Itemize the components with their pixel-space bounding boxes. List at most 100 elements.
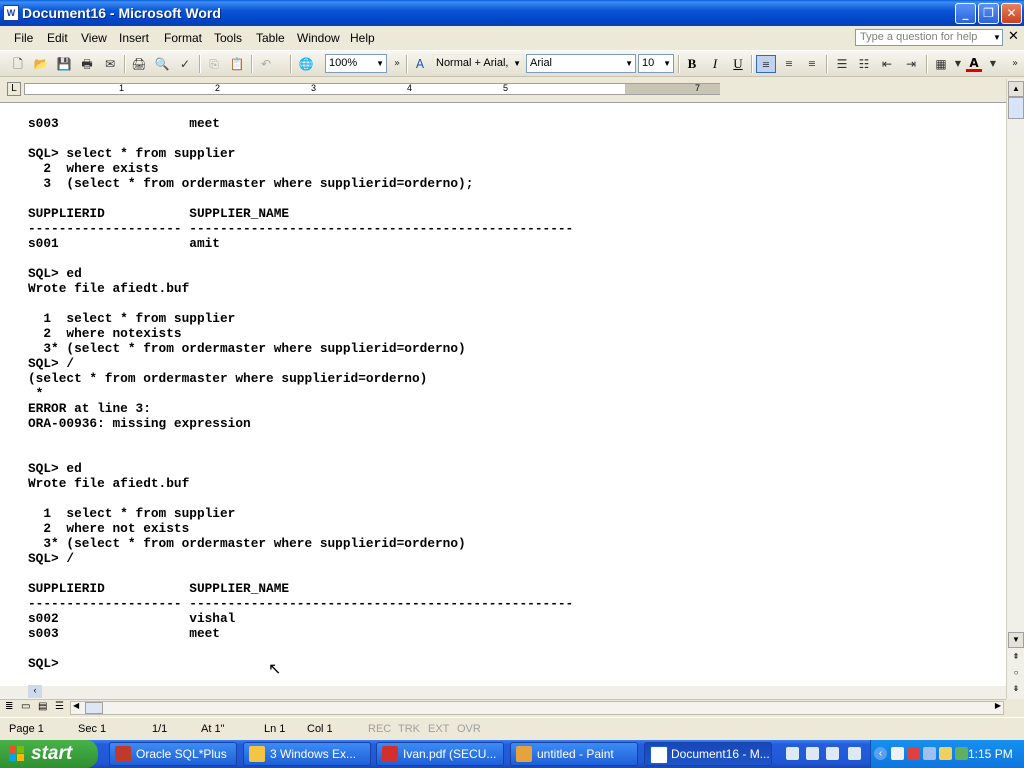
vertical-scrollbar[interactable]: ▲ ▼ ⇞ ○ ⇟ xyxy=(1006,79,1024,699)
minimize-button[interactable]: _ xyxy=(955,3,976,24)
show-hidden-icon[interactable]: ‹ xyxy=(874,747,887,760)
style-select[interactable]: Normal + Arial, ▼ xyxy=(432,54,524,73)
menu-view[interactable]: View xyxy=(81,31,107,45)
word-app-icon[interactable]: W xyxy=(3,5,19,21)
quicklaunch-icon[interactable] xyxy=(786,747,799,760)
chevron-down-icon[interactable]: ▼ xyxy=(985,56,1001,72)
menu-insert[interactable]: Insert xyxy=(119,31,149,45)
taskbar-item-paint[interactable]: untitled - Paint xyxy=(510,742,638,766)
increase-indent-icon[interactable]: ⇥ xyxy=(903,56,919,72)
ruler-margin xyxy=(625,84,720,94)
numbering-icon[interactable]: ☰ xyxy=(834,56,850,72)
document-area[interactable]: s003 meet SQL> select * from supplier 2 … xyxy=(0,102,1006,686)
status-trk[interactable]: TRK xyxy=(398,723,420,735)
status-ovr[interactable]: OVR xyxy=(457,723,481,735)
paste-icon[interactable]: 📋 xyxy=(229,56,245,72)
chevron-down-icon[interactable]: ▼ xyxy=(993,33,1001,42)
tray-icon[interactable] xyxy=(907,747,920,760)
network-icon[interactable] xyxy=(923,747,936,760)
italic-button[interactable]: I xyxy=(705,55,725,73)
menu-format[interactable]: Format xyxy=(164,31,202,45)
border-icon[interactable]: ▦ xyxy=(933,56,949,72)
align-center-icon[interactable]: ≡ xyxy=(779,55,799,73)
hyperlink-icon[interactable]: 🌐 xyxy=(298,56,314,72)
status-page: Page 1 xyxy=(9,723,44,735)
save-icon[interactable]: 💾 xyxy=(56,56,72,72)
menu-tools[interactable]: Tools xyxy=(214,31,242,45)
taskbar-item-pdf[interactable]: Ivan.pdf (SECU... xyxy=(376,742,504,766)
style-value: Normal + Arial, xyxy=(436,57,509,69)
ask-question-input[interactable]: Type a question for help xyxy=(855,29,1003,46)
scroll-up-icon[interactable]: ▲ xyxy=(1008,81,1024,97)
menu-edit[interactable]: Edit xyxy=(47,31,68,45)
normal-view-icon[interactable]: ≣ xyxy=(5,701,13,712)
chevron-left-icon[interactable]: ‹ xyxy=(28,685,42,698)
underline-button[interactable]: U xyxy=(728,55,748,73)
status-at: At 1" xyxy=(201,723,225,735)
open-folder-icon[interactable]: 📂 xyxy=(33,56,49,72)
zoom-select[interactable]: 100% ▼ xyxy=(325,54,387,73)
print-icon[interactable]: 🖨 xyxy=(131,56,147,72)
hscroll-thumb[interactable] xyxy=(85,702,103,714)
more-buttons-icon[interactable]: » xyxy=(1007,56,1023,72)
web-layout-icon[interactable]: ▭ xyxy=(21,701,30,712)
tray-icon[interactable] xyxy=(955,747,968,760)
quicklaunch-icon[interactable] xyxy=(806,747,819,760)
ruler-number: 2 xyxy=(215,83,221,93)
title-bar: W Document16 - Microsoft Word _ ❐ ✕ xyxy=(0,0,1024,26)
close-document-icon[interactable]: ✕ xyxy=(1008,29,1019,44)
start-button[interactable]: start xyxy=(0,740,98,768)
restore-button[interactable]: ❐ xyxy=(978,3,999,24)
bullets-icon[interactable]: ☷ xyxy=(856,56,872,72)
tray-icon[interactable] xyxy=(939,747,952,760)
next-page-icon[interactable]: ⇟ xyxy=(1008,682,1024,698)
taskbar-item-sqlplus[interactable]: Oracle SQL*Plus xyxy=(109,742,237,766)
document-text[interactable]: s003 meet SQL> select * from supplier 2 … xyxy=(28,116,573,671)
word-icon xyxy=(650,746,668,764)
status-bar: Page 1 Sec 1 1/1 At 1" Ln 1 Col 1 REC TR… xyxy=(0,717,1024,740)
menu-window[interactable]: Window xyxy=(297,31,340,45)
status-ext[interactable]: EXT xyxy=(428,723,449,735)
permission-icon[interactable]: 🖶 xyxy=(79,56,95,72)
select-browse-object-icon[interactable]: ○ xyxy=(1008,666,1024,682)
new-document-icon[interactable]: 🗋 xyxy=(10,56,26,72)
taskbar-item-explorer[interactable]: 3 Windows Ex... xyxy=(243,742,371,766)
paint-icon xyxy=(516,746,532,762)
chevron-down-icon[interactable]: ▼ xyxy=(950,56,966,72)
align-left-icon[interactable]: ≡ xyxy=(756,55,776,73)
clock[interactable]: 1:15 PM xyxy=(968,747,1013,761)
font-select[interactable]: Arial ▼ xyxy=(526,54,636,73)
email-icon[interactable]: ✉ xyxy=(102,56,118,72)
print-layout-icon[interactable]: ▤ xyxy=(38,701,47,712)
scroll-left-icon[interactable]: ◀ xyxy=(73,701,79,710)
align-right-icon[interactable]: ≡ xyxy=(802,55,822,73)
undo-icon[interactable]: ↶ xyxy=(258,56,274,72)
bold-button[interactable]: B xyxy=(682,55,702,73)
copy-icon[interactable]: ⎘ xyxy=(206,56,222,72)
close-button[interactable]: ✕ xyxy=(1001,3,1022,24)
spelling-icon[interactable]: ✓ xyxy=(177,56,193,72)
menu-file[interactable]: File xyxy=(14,31,33,45)
scroll-thumb[interactable] xyxy=(1008,97,1024,119)
decrease-indent-icon[interactable]: ⇤ xyxy=(879,56,895,72)
menu-table[interactable]: Table xyxy=(256,31,285,45)
styles-icon[interactable]: A xyxy=(412,56,428,72)
tab-selector[interactable]: L xyxy=(7,82,21,96)
print-preview-icon[interactable]: 🔍 xyxy=(154,56,170,72)
font-color-icon[interactable]: A xyxy=(966,56,982,72)
scroll-down-icon[interactable]: ▼ xyxy=(1008,632,1024,648)
status-rec[interactable]: REC xyxy=(368,723,391,735)
start-label: start xyxy=(31,743,73,764)
horizontal-ruler[interactable]: 1 2 3 4 5 7 xyxy=(24,83,720,95)
horizontal-scrollbar[interactable]: ◀ ▶ xyxy=(70,701,1004,715)
menu-help[interactable]: Help xyxy=(350,31,375,45)
quicklaunch-icon[interactable] xyxy=(848,747,861,760)
font-size-select[interactable]: 10 ▼ xyxy=(638,54,674,73)
previous-page-icon[interactable]: ⇞ xyxy=(1008,650,1024,666)
outline-view-icon[interactable]: ☰ xyxy=(55,701,64,712)
taskbar-item-word[interactable]: Document16 - M... xyxy=(644,742,772,766)
more-buttons-icon[interactable]: » xyxy=(389,56,405,72)
quicklaunch-icon[interactable] xyxy=(826,747,839,760)
scroll-right-icon[interactable]: ▶ xyxy=(995,701,1001,710)
tray-icon[interactable] xyxy=(891,747,904,760)
